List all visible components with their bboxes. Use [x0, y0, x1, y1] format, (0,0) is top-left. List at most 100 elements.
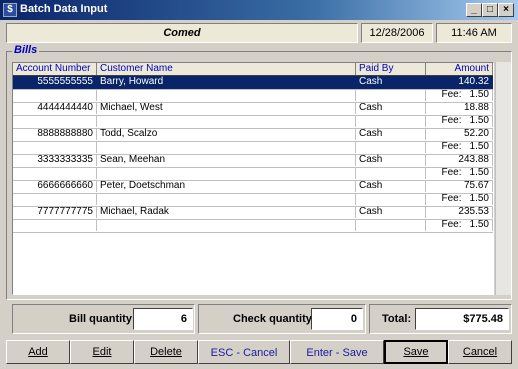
- bill-row[interactable]: 8888888880 Todd, Scalzo Cash 52.20: [13, 128, 493, 142]
- col-amount[interactable]: Amount: [426, 63, 493, 75]
- empty-cell: [97, 193, 356, 205]
- fee-row[interactable]: Fee: 1.50: [13, 141, 493, 155]
- col-paid-by[interactable]: Paid By: [356, 63, 426, 75]
- empty-cell: [356, 193, 426, 205]
- fee-row[interactable]: Fee: 1.50: [13, 219, 493, 233]
- cancel-button-label: Cancel: [462, 346, 498, 358]
- enter-save-hint: Enter - Save: [290, 340, 384, 364]
- paid-by-cell: Cash: [356, 102, 426, 114]
- amount-cell: 75.67: [426, 180, 493, 192]
- fee-cell: Fee: 1.50: [426, 141, 493, 153]
- bill-quantity-field[interactable]: 6: [133, 308, 193, 330]
- edit-button-label: Edit: [92, 346, 112, 358]
- bills-legend: Bills: [12, 44, 40, 56]
- delete-button[interactable]: Delete: [134, 340, 198, 364]
- bills-grid[interactable]: Account Number Customer Name Paid By Amo…: [12, 62, 494, 295]
- fee-cell: Fee: 1.50: [426, 115, 493, 127]
- bill-row[interactable]: 4444444440 Michael, West Cash 18.88: [13, 102, 493, 116]
- esc-cancel-hint: ESC - Cancel: [198, 340, 290, 364]
- bill-row[interactable]: 3333333335 Sean, Meehan Cash 243.88: [13, 154, 493, 168]
- add-button[interactable]: Add: [6, 340, 70, 364]
- empty-cell: [97, 141, 356, 153]
- title-bar[interactable]: $ Batch Data Input _ □ ×: [0, 0, 518, 20]
- add-button-label: Add: [28, 346, 48, 358]
- maximize-button[interactable]: □: [482, 3, 498, 17]
- paid-by-cell: Cash: [356, 180, 426, 192]
- fee-label: Fee:: [441, 115, 462, 126]
- app-icon: $: [3, 3, 17, 17]
- delete-button-label: Delete: [150, 346, 182, 358]
- customer-name-cell: Sean, Meehan: [97, 154, 356, 166]
- paid-by-cell: Cash: [356, 76, 426, 88]
- check-quantity-label: Check quantity:: [233, 313, 316, 325]
- amount-cell: 243.88: [426, 154, 493, 166]
- customer-name-cell: Barry, Howard: [97, 76, 356, 88]
- account-number-cell: 7777777775: [13, 206, 97, 218]
- customer-name-cell: Peter, Doetschman: [97, 180, 356, 192]
- fee-row[interactable]: Fee: 1.50: [13, 193, 493, 207]
- fee-value: 1.50: [469, 141, 489, 152]
- check-quantity-field[interactable]: 0: [311, 308, 363, 330]
- grid-scrollbar[interactable]: [495, 62, 511, 295]
- grid-header: Account Number Customer Name Paid By Amo…: [13, 63, 493, 76]
- amount-cell: 235.53: [426, 206, 493, 218]
- bill-row[interactable]: 7777777775 Michael, Radak Cash 235.53: [13, 206, 493, 220]
- empty-cell: [13, 89, 97, 101]
- fee-value: 1.50: [469, 193, 489, 204]
- fee-label: Fee:: [441, 193, 462, 204]
- bill-row[interactable]: 6666666660 Peter, Doetschman Cash 75.67: [13, 180, 493, 194]
- cancel-button[interactable]: Cancel: [448, 340, 512, 364]
- save-button-label: Save: [403, 346, 429, 358]
- fee-row[interactable]: Fee: 1.50: [13, 167, 493, 181]
- fee-row[interactable]: Fee: 1.50: [13, 89, 493, 103]
- minimize-button[interactable]: _: [466, 3, 482, 17]
- customer-name-cell: Michael, West: [97, 102, 356, 114]
- fee-label: Fee:: [441, 167, 462, 178]
- empty-cell: [13, 193, 97, 205]
- paid-by-cell: Cash: [356, 154, 426, 166]
- fee-cell: Fee: 1.50: [426, 167, 493, 179]
- fee-cell: Fee: 1.50: [426, 89, 493, 101]
- check-quantity-panel: Check quantity: 0: [198, 304, 366, 334]
- empty-cell: [97, 89, 356, 101]
- fee-cell: Fee: 1.50: [426, 219, 493, 231]
- company-name: Comed: [6, 23, 358, 43]
- fee-cell: Fee: 1.50: [426, 193, 493, 205]
- window-title: Batch Data Input: [20, 3, 108, 15]
- account-number-cell: 6666666660: [13, 180, 97, 192]
- edit-button[interactable]: Edit: [70, 340, 134, 364]
- fee-label: Fee:: [441, 141, 462, 152]
- total-panel: Total: $775.48: [369, 304, 512, 334]
- col-customer-name[interactable]: Customer Name: [97, 63, 356, 75]
- paid-by-cell: Cash: [356, 128, 426, 140]
- amount-cell: 18.88: [426, 102, 493, 114]
- account-number-cell: 8888888880: [13, 128, 97, 140]
- customer-name-cell: Todd, Scalzo: [97, 128, 356, 140]
- bill-row[interactable]: 5555555555 Barry, Howard Cash 140.32: [13, 76, 493, 90]
- empty-cell: [356, 167, 426, 179]
- fee-row[interactable]: Fee: 1.50: [13, 115, 493, 129]
- fee-label: Fee:: [441, 219, 462, 230]
- close-button[interactable]: ×: [498, 3, 514, 17]
- empty-cell: [97, 219, 356, 231]
- empty-cell: [97, 167, 356, 179]
- total-label: Total:: [382, 313, 412, 325]
- paid-by-cell: Cash: [356, 206, 426, 218]
- total-field[interactable]: $775.48: [415, 308, 509, 330]
- empty-cell: [13, 167, 97, 179]
- save-button[interactable]: Save: [384, 340, 448, 364]
- empty-cell: [13, 115, 97, 127]
- batch-date: 12/28/2006: [361, 23, 433, 43]
- empty-cell: [97, 115, 356, 127]
- amount-cell: 140.32: [426, 76, 493, 88]
- fee-label: Fee:: [441, 89, 462, 100]
- batch-time: 11:46 AM: [436, 23, 512, 43]
- empty-cell: [13, 141, 97, 153]
- col-account-number[interactable]: Account Number: [13, 63, 97, 75]
- account-number-cell: 5555555555: [13, 76, 97, 88]
- empty-cell: [13, 219, 97, 231]
- bill-quantity-panel: Bill quantity: 6: [12, 304, 195, 334]
- empty-cell: [356, 89, 426, 101]
- amount-cell: 52.20: [426, 128, 493, 140]
- empty-cell: [356, 219, 426, 231]
